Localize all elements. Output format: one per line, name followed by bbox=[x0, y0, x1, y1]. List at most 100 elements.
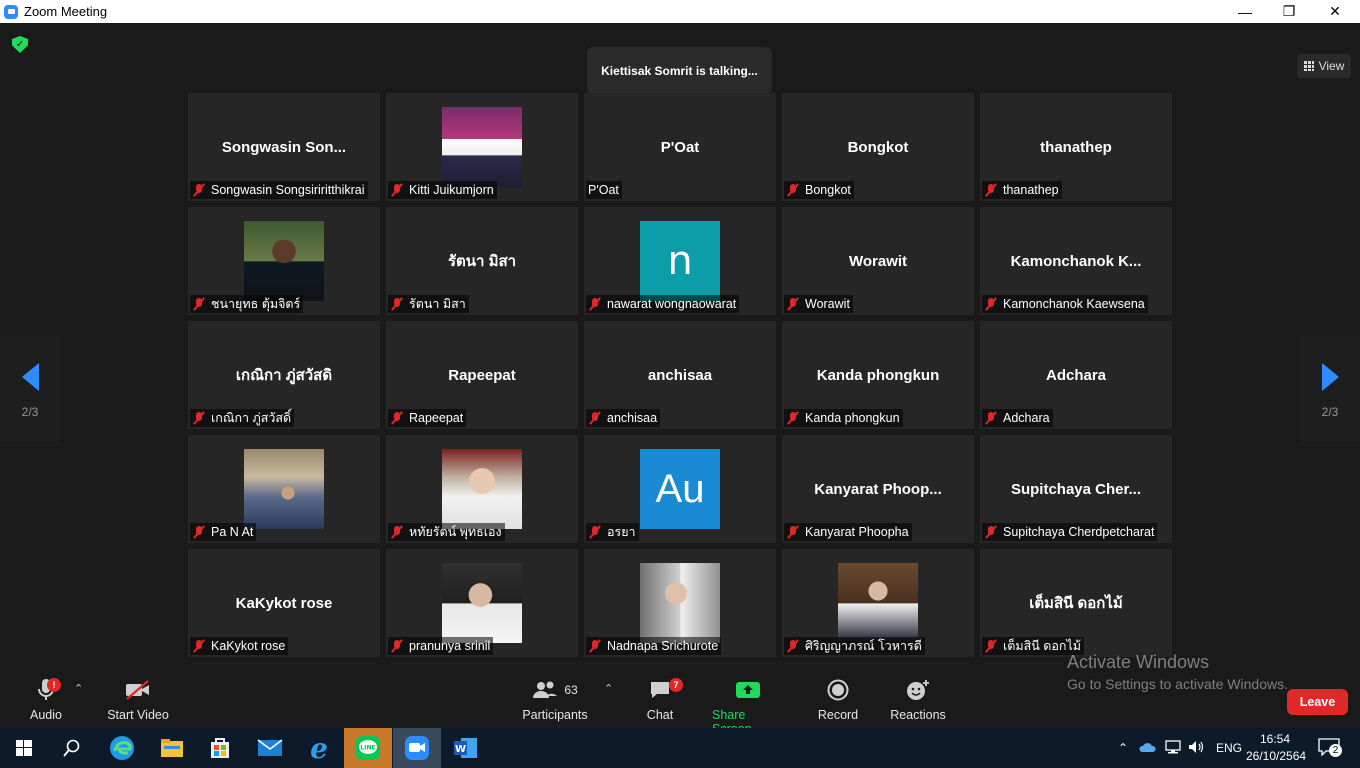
participant-tile[interactable]: Kamonchanok K... Kamonchanok Kaewsena bbox=[980, 207, 1172, 315]
grid-icon bbox=[1303, 61, 1314, 71]
line-app-icon[interactable]: LINE bbox=[344, 728, 392, 768]
windows-start-icon[interactable] bbox=[0, 728, 48, 768]
file-explorer-icon[interactable] bbox=[148, 728, 196, 768]
watermark-line-2: Go to Settings to activate Windows. bbox=[1067, 676, 1288, 692]
participant-tile[interactable]: Nadnapa Srichurote bbox=[584, 549, 776, 657]
participant-name-label: Bongkot bbox=[784, 181, 854, 199]
participant-name-label: KaKykot rose bbox=[190, 637, 289, 655]
participant-tile[interactable]: Kanyarat Phoop... Kanyarat Phoopha bbox=[782, 435, 974, 543]
chat-bubble-icon bbox=[651, 682, 669, 698]
record-button[interactable]: Record bbox=[815, 672, 861, 722]
participant-avatar: n bbox=[640, 221, 720, 301]
internet-explorer-icon[interactable]: e bbox=[295, 728, 343, 768]
participant-tile[interactable]: Bongkot Bongkot bbox=[782, 93, 974, 201]
muted-mic-icon bbox=[984, 639, 998, 653]
next-page-button[interactable]: 2/3 bbox=[1300, 336, 1360, 446]
participant-tile[interactable]: Songwasin Son... Songwasin Songsiriritthi… bbox=[188, 93, 380, 201]
muted-mic-icon bbox=[984, 525, 998, 539]
encryption-shield-icon[interactable]: ✓ bbox=[12, 36, 28, 53]
muted-mic-icon bbox=[588, 525, 602, 539]
network-icon[interactable] bbox=[1164, 739, 1182, 757]
muted-mic-icon bbox=[786, 183, 800, 197]
muted-mic-icon bbox=[588, 297, 602, 311]
participant-tile[interactable]: ชนายุทธ ตุ้มจิตร์ bbox=[188, 207, 380, 315]
participant-tile[interactable]: thanathep thanathep bbox=[980, 93, 1172, 201]
participants-options-caret-icon[interactable]: ⌃ bbox=[604, 682, 613, 695]
notification-count: 2 bbox=[1329, 744, 1342, 757]
audio-button[interactable]: ! Audio bbox=[28, 672, 64, 722]
participant-tile[interactable]: Adchara Adchara bbox=[980, 321, 1172, 429]
participant-tile[interactable]: รัตนา มิสา รัตนา มิสา bbox=[386, 207, 578, 315]
participant-tile[interactable]: n nawarat wongnaowarat bbox=[584, 207, 776, 315]
participant-tile[interactable]: Kitti Juikumjorn bbox=[386, 93, 578, 201]
zoom-taskbar-icon[interactable] bbox=[393, 728, 441, 768]
participant-tile[interactable]: เต็มสินี ดอกไม้ เต็มสินี ดอกไม้ bbox=[980, 549, 1172, 657]
muted-mic-icon bbox=[786, 411, 800, 425]
participant-tile[interactable]: pranunya srinil bbox=[386, 549, 578, 657]
participant-name-label: P'Oat bbox=[586, 181, 622, 199]
edge-browser-icon[interactable] bbox=[98, 728, 146, 768]
participant-photo bbox=[244, 449, 324, 529]
participant-name-label: Worawit bbox=[784, 295, 853, 313]
muted-mic-icon bbox=[786, 525, 800, 539]
view-label: View bbox=[1318, 59, 1345, 73]
participant-tile[interactable]: KaKykot rose KaKykot rose bbox=[188, 549, 380, 657]
participant-name-label: Kamonchanok Kaewsena bbox=[982, 295, 1148, 313]
participant-name: หทัยรัตน์ พุทธเอง bbox=[409, 525, 502, 539]
start-video-button[interactable]: Start Video bbox=[106, 672, 170, 722]
close-button[interactable]: ✕ bbox=[1312, 0, 1358, 23]
share-screen-button[interactable]: Share Screen bbox=[712, 672, 784, 736]
previous-page-button[interactable]: 2/3 bbox=[0, 336, 60, 446]
participant-avatar: Au bbox=[640, 449, 720, 529]
participant-name: Bongkot bbox=[805, 183, 851, 197]
participant-tile[interactable]: anchisaa anchisaa bbox=[584, 321, 776, 429]
participant-name-label: Supitchaya Cherdpetcharat bbox=[982, 523, 1158, 541]
participant-tile[interactable]: P'Oat P'Oat bbox=[584, 93, 776, 201]
participant-tile[interactable]: Rapeepat Rapeepat bbox=[386, 321, 578, 429]
svg-text:W: W bbox=[455, 744, 466, 755]
participant-name: Pa N At bbox=[211, 525, 254, 539]
participant-tile[interactable]: Supitchaya Cher... Supitchaya Cherdpetcha… bbox=[980, 435, 1172, 543]
maximize-button[interactable]: ❐ bbox=[1266, 0, 1312, 23]
audio-options-caret-icon[interactable]: ⌃ bbox=[74, 682, 83, 695]
muted-mic-icon bbox=[984, 183, 998, 197]
participant-name-label: Kitti Juikumjorn bbox=[388, 181, 497, 199]
taskbar-clock[interactable]: 16:54 26/10/2564 bbox=[1246, 731, 1306, 765]
muted-mic-icon bbox=[786, 639, 800, 653]
participant-name-label: pranunya srinil bbox=[388, 637, 494, 655]
search-icon[interactable] bbox=[48, 728, 96, 768]
meeting-stage: ✓ Kiettisak Somrit is talking... View 2/… bbox=[0, 23, 1360, 668]
participant-tile[interactable]: Kanda phongkun Kanda phongkun bbox=[782, 321, 974, 429]
chat-button[interactable]: 7 Chat bbox=[644, 672, 683, 722]
view-button[interactable]: View bbox=[1297, 54, 1351, 78]
participant-name: Rapeepat bbox=[409, 411, 464, 425]
reactions-button[interactable]: Reactions bbox=[890, 672, 946, 722]
microsoft-store-icon[interactable] bbox=[196, 728, 244, 768]
participant-name-label: หทัยรัตน์ พุทธเอง bbox=[388, 523, 505, 541]
muted-mic-icon bbox=[192, 183, 206, 197]
participant-tile[interactable]: หทัยรัตน์ พุทธเอง bbox=[386, 435, 578, 543]
participants-button[interactable]: 63 Participants bbox=[522, 672, 588, 722]
notification-center-icon[interactable]: 2 bbox=[1318, 738, 1342, 758]
participant-tile[interactable]: เกณิกา ภู่สวัสดิ เกณิกา ภู่สวัสดิ์ bbox=[188, 321, 380, 429]
leave-button[interactable]: Leave bbox=[1287, 689, 1348, 715]
participant-tile[interactable]: Worawit Worawit bbox=[782, 207, 974, 315]
volume-icon[interactable] bbox=[1188, 740, 1206, 757]
participant-name: Nadnapa Srichurote bbox=[607, 639, 719, 653]
participant-tile[interactable]: Au อรยา bbox=[584, 435, 776, 543]
participant-tile[interactable]: Pa N At bbox=[188, 435, 380, 543]
onedrive-cloud-icon[interactable] bbox=[1138, 741, 1156, 756]
minimize-button[interactable]: — bbox=[1222, 0, 1268, 23]
participant-name: P'Oat bbox=[588, 183, 619, 197]
word-icon[interactable]: W bbox=[442, 728, 490, 768]
participant-name-label: Rapeepat bbox=[388, 409, 467, 427]
show-hidden-icons-chevron-icon[interactable]: ⌃ bbox=[1114, 741, 1132, 755]
participant-tile[interactable]: ศิริญญาภรณ์ โวหารดี bbox=[782, 549, 974, 657]
participant-name-label: anchisaa bbox=[586, 409, 661, 427]
page-indicator-right: 2/3 bbox=[1321, 405, 1339, 419]
muted-mic-icon bbox=[390, 639, 404, 653]
input-language[interactable]: ENG bbox=[1216, 741, 1242, 755]
mail-icon[interactable] bbox=[246, 728, 294, 768]
participant-name-label: Nadnapa Srichurote bbox=[586, 637, 722, 655]
participant-name: anchisaa bbox=[607, 411, 658, 425]
